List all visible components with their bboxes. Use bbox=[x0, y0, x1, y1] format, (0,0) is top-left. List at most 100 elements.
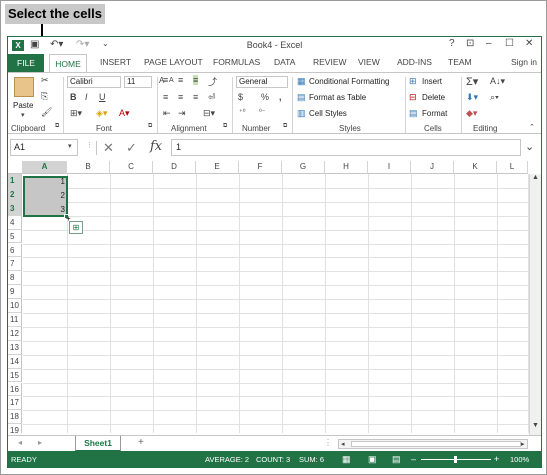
format-painter-icon[interactable]: 🖌 bbox=[41, 107, 52, 118]
sign-in-link[interactable]: Sign in bbox=[511, 57, 537, 67]
column-header-f[interactable]: F bbox=[239, 161, 282, 174]
page-layout-view-icon[interactable]: ▣ bbox=[368, 451, 377, 468]
column-header-a[interactable]: A bbox=[23, 161, 67, 174]
name-box-dropdown-icon[interactable]: ▾ bbox=[68, 142, 72, 150]
merge-center-icon[interactable]: ⊟▾ bbox=[203, 108, 215, 119]
cell-a3[interactable]: 3 bbox=[23, 205, 65, 214]
column-header-l[interactable]: L bbox=[497, 161, 528, 174]
horizontal-scrollbar[interactable]: ◂ ▸ bbox=[338, 439, 528, 449]
paste-button[interactable]: Paste bbox=[13, 101, 33, 110]
font-color-icon[interactable]: A▾ bbox=[119, 108, 130, 119]
column-header-k[interactable]: K bbox=[454, 161, 497, 174]
row-header-14[interactable]: 14 bbox=[8, 354, 22, 369]
row-header-17[interactable]: 17 bbox=[8, 396, 22, 411]
alignment-launcher-icon[interactable]: ⧉ bbox=[223, 123, 227, 130]
clear-icon[interactable]: ◆▾ bbox=[466, 108, 477, 119]
autosum-icon[interactable]: Σ▾ bbox=[466, 75, 478, 88]
font-launcher-icon[interactable]: ⧉ bbox=[148, 123, 152, 130]
quick-analysis-icon[interactable]: ⊞ bbox=[69, 221, 83, 234]
bold-button[interactable]: B bbox=[70, 92, 77, 102]
row-header-4[interactable]: 4 bbox=[8, 215, 22, 230]
select-all-corner[interactable] bbox=[8, 161, 23, 174]
row-header-3[interactable]: 3 bbox=[8, 201, 22, 216]
align-left-icon[interactable]: ≡ bbox=[163, 92, 168, 102]
cell-a1[interactable]: 1 bbox=[23, 177, 65, 186]
delete-cells-button[interactable]: Delete bbox=[422, 93, 445, 102]
increase-decimal-icon[interactable]: ⁺⁰ bbox=[239, 108, 246, 116]
tab-team[interactable]: TEAM bbox=[448, 57, 472, 67]
clipboard-launcher-icon[interactable]: ⧉ bbox=[55, 123, 59, 130]
column-header-e[interactable]: E bbox=[196, 161, 239, 174]
sort-filter-icon[interactable]: A↓▾ bbox=[490, 76, 505, 87]
font-name-dropdown[interactable]: Calibri bbox=[67, 76, 121, 88]
tab-add-ins[interactable]: ADD-INS bbox=[397, 57, 432, 67]
column-header-h[interactable]: H bbox=[325, 161, 368, 174]
row-header-2[interactable]: 2 bbox=[8, 187, 22, 202]
paste-dropdown-icon[interactable]: ▾ bbox=[21, 111, 25, 119]
align-center-icon[interactable]: ≡ bbox=[178, 92, 183, 102]
scroll-up-icon[interactable]: ▲ bbox=[532, 174, 539, 181]
row-header-11[interactable]: 11 bbox=[8, 313, 22, 327]
italic-button[interactable]: I bbox=[85, 92, 88, 102]
insert-function-button[interactable]: fx bbox=[150, 139, 162, 154]
scroll-left-icon[interactable]: ◂ bbox=[341, 440, 345, 448]
format-cells-button[interactable]: Format bbox=[422, 109, 447, 118]
row-header-5[interactable]: 5 bbox=[8, 229, 22, 244]
wrap-text-icon[interactable]: ⏎ bbox=[208, 92, 216, 103]
column-header-d[interactable]: D bbox=[153, 161, 196, 174]
cancel-entry-icon[interactable]: ✕ bbox=[103, 140, 114, 156]
zoom-slider-thumb[interactable] bbox=[454, 456, 457, 463]
expand-formula-bar-icon[interactable]: ⌄ bbox=[525, 140, 534, 153]
sheet-tab-sheet1[interactable]: Sheet1 bbox=[75, 436, 121, 452]
decrease-indent-icon[interactable]: ⇤ bbox=[163, 108, 171, 119]
insert-cells-button[interactable]: Insert bbox=[422, 77, 442, 86]
find-select-icon[interactable]: ⌕▾ bbox=[490, 92, 499, 103]
row-header-13[interactable]: 13 bbox=[8, 340, 22, 355]
ribbon-display-button[interactable]: ⊡ bbox=[466, 38, 474, 49]
row-header-9[interactable]: 9 bbox=[8, 285, 22, 300]
row-header-1[interactable]: 1 bbox=[8, 174, 22, 188]
row-header-12[interactable]: 12 bbox=[8, 326, 22, 341]
row-header-16[interactable]: 16 bbox=[8, 382, 22, 397]
zoom-in-icon[interactable]: + bbox=[494, 451, 499, 468]
collapse-ribbon-icon[interactable]: ⌃ bbox=[529, 123, 535, 131]
underline-button[interactable]: U bbox=[99, 92, 106, 102]
close-button[interactable]: ✕ bbox=[525, 38, 533, 49]
format-as-table-button[interactable]: Format as Table bbox=[309, 93, 366, 102]
row-header-19[interactable]: 19 bbox=[8, 424, 22, 433]
fill-icon[interactable]: ⬇▾ bbox=[466, 92, 478, 103]
column-header-j[interactable]: J bbox=[411, 161, 454, 174]
middle-align-icon[interactable]: ≡ bbox=[178, 75, 183, 85]
row-header-6[interactable]: 6 bbox=[8, 243, 22, 258]
column-header-c[interactable]: C bbox=[110, 161, 153, 174]
shrink-font-button[interactable]: A bbox=[169, 77, 174, 84]
previous-sheet-icon[interactable]: ◂ bbox=[18, 438, 22, 447]
row-header-10[interactable]: 10 bbox=[8, 299, 22, 313]
cell-styles-button[interactable]: Cell Styles bbox=[309, 109, 347, 118]
next-sheet-icon[interactable]: ▸ bbox=[38, 438, 42, 447]
scroll-right-icon[interactable]: ▸ bbox=[521, 440, 525, 448]
fill-color-icon[interactable]: ◈▾ bbox=[96, 108, 107, 119]
orientation-icon[interactable]: ⤴ bbox=[208, 75, 217, 88]
font-size-dropdown[interactable]: 11 bbox=[124, 76, 152, 88]
row-header-15[interactable]: 15 bbox=[8, 368, 22, 383]
top-align-icon[interactable]: ≡ bbox=[163, 75, 168, 85]
maximize-button[interactable]: ☐ bbox=[505, 38, 514, 49]
tab-home[interactable]: HOME bbox=[49, 54, 87, 73]
tab-review[interactable]: REVIEW bbox=[313, 57, 347, 67]
confirm-entry-icon[interactable]: ✓ bbox=[126, 140, 137, 156]
worksheet-grid[interactable]: A B C D E F G H I J K L 1 2 3 4 5 6 7 8 9 10 11 12 1… bbox=[8, 161, 541, 433]
tab-view[interactable]: VIEW bbox=[358, 57, 380, 67]
copy-icon[interactable]: ⎘ bbox=[41, 91, 48, 102]
comma-button[interactable]: , bbox=[279, 92, 282, 102]
currency-button[interactable]: $ bbox=[238, 92, 243, 102]
column-header-g[interactable]: G bbox=[282, 161, 325, 174]
page-break-view-icon[interactable]: ▤ bbox=[392, 451, 401, 468]
borders-icon[interactable]: ⊞▾ bbox=[70, 108, 82, 119]
increase-indent-icon[interactable]: ⇥ bbox=[178, 108, 186, 119]
cut-icon[interactable]: ✂ bbox=[41, 75, 49, 86]
tab-page-layout[interactable]: PAGE LAYOUT bbox=[144, 57, 203, 67]
column-header-i[interactable]: I bbox=[368, 161, 411, 174]
horizontal-scroll-thumb[interactable] bbox=[351, 441, 521, 447]
tab-data[interactable]: DATA bbox=[274, 57, 295, 67]
